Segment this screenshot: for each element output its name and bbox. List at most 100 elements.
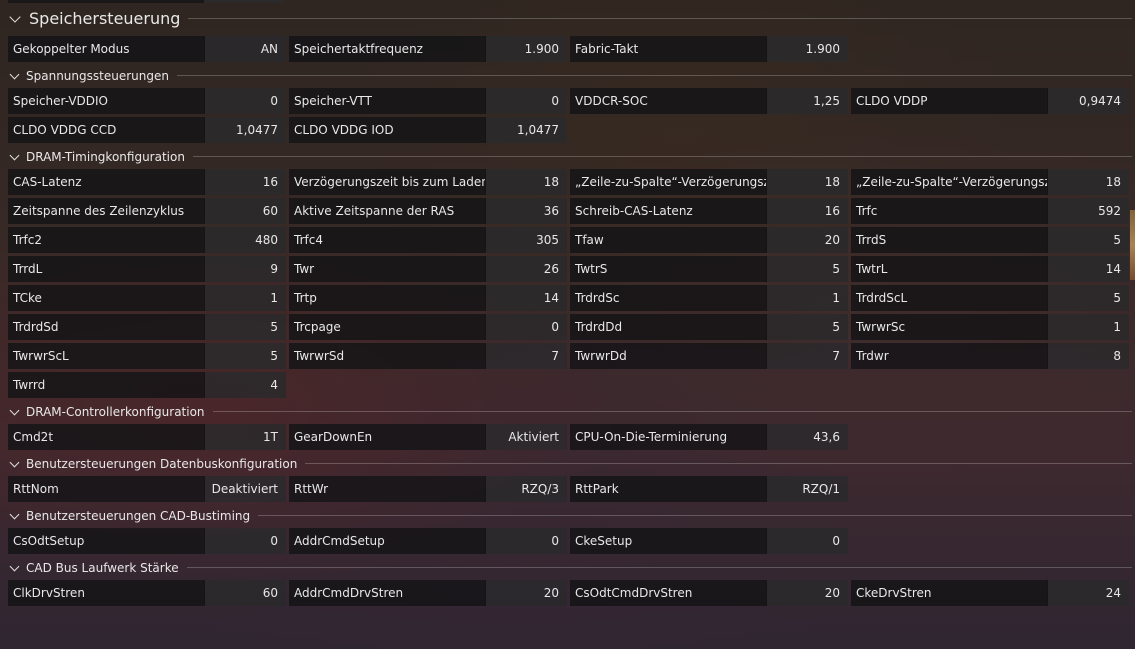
setting-item[interactable]: TwrwrSc 1 — [851, 314, 1129, 340]
section-header-datenbus[interactable]: Benutzersteuerungen Datenbuskonfiguratio… — [8, 451, 1132, 476]
setting-value[interactable]: 1 — [1047, 314, 1129, 340]
setting-value[interactable]: 480 — [204, 227, 286, 253]
setting-value[interactable]: 1.900 — [766, 36, 848, 62]
setting-value[interactable]: 20 — [485, 580, 567, 606]
setting-item[interactable]: CLDO VDDG CCD 1,0477 — [8, 117, 286, 143]
setting-item[interactable]: RttNom Deaktiviert — [8, 476, 286, 502]
setting-item[interactable]: ClkDrvStren 60 — [8, 580, 286, 606]
setting-value[interactable]: 5 — [204, 343, 286, 369]
setting-item[interactable]: TrdrdSc 1 — [570, 285, 848, 311]
section-header-dram-controller[interactable]: DRAM-Controllerkonfiguration — [8, 399, 1132, 424]
setting-item[interactable]: CsOdtCmdDrvStren 20 — [570, 580, 848, 606]
setting-item[interactable]: Fabric-Takt 1.900 — [570, 36, 848, 62]
section-header-dram-timing[interactable]: DRAM-Timingkonfiguration — [8, 144, 1132, 169]
setting-item[interactable]: TwrwrSd 7 — [289, 343, 567, 369]
section-header-cad-bus-laufwerk[interactable]: CAD Bus Laufwerk Stärke — [8, 555, 1132, 580]
setting-value[interactable]: RZQ/3 — [485, 476, 567, 502]
setting-value[interactable]: AN — [204, 36, 286, 62]
setting-item[interactable]: RttWr RZQ/3 — [289, 476, 567, 502]
setting-item[interactable]: CLDO VDDG IOD 1,0477 — [289, 117, 567, 143]
setting-item[interactable]: AddrCmdSetup 0 — [289, 528, 567, 554]
setting-value[interactable]: 0,9474 — [1047, 88, 1129, 114]
setting-value[interactable]: RZQ/1 — [766, 476, 848, 502]
setting-item[interactable]: CkeSetup 0 — [570, 528, 848, 554]
setting-item[interactable]: CLDO VDDP 0,9474 — [851, 88, 1129, 114]
setting-item[interactable]: CsOdtSetup 0 — [8, 528, 286, 554]
setting-item[interactable]: CkeDrvStren 24 — [851, 580, 1129, 606]
setting-value[interactable]: 1 — [766, 285, 848, 311]
setting-value[interactable]: 1.900 — [485, 36, 567, 62]
setting-value[interactable]: 36 — [485, 198, 567, 224]
setting-value[interactable]: 1 — [204, 285, 286, 311]
setting-item[interactable]: Schreib-CAS-Latenz 16 — [570, 198, 848, 224]
setting-value[interactable]: Aktiviert — [485, 424, 567, 450]
setting-value[interactable]: 8 — [1047, 343, 1129, 369]
setting-value[interactable]: 14 — [485, 285, 567, 311]
setting-value[interactable]: 0 — [485, 88, 567, 114]
setting-value[interactable]: 60 — [204, 580, 286, 606]
setting-item[interactable]: Trfc 592 — [851, 198, 1129, 224]
setting-value[interactable]: 0 — [204, 528, 286, 554]
setting-value[interactable]: 24 — [1047, 580, 1129, 606]
setting-value[interactable]: 20 — [766, 580, 848, 606]
setting-item[interactable]: TrdrdDd 5 — [570, 314, 848, 340]
setting-item[interactable]: TwrwrScL 5 — [8, 343, 286, 369]
setting-item[interactable]: Aktive Zeitspanne der RAS 36 — [289, 198, 567, 224]
setting-item[interactable]: Trdwr 8 — [851, 343, 1129, 369]
setting-value[interactable]: 16 — [204, 169, 286, 195]
setting-item[interactable]: Verzögerungszeit bis zum Laden ... 18 — [289, 169, 567, 195]
setting-item[interactable]: Twr 26 — [289, 256, 567, 282]
setting-value[interactable]: 5 — [1047, 285, 1129, 311]
setting-item[interactable]: Speichertaktfrequenz 1.900 — [289, 36, 567, 62]
setting-value[interactable]: 60 — [204, 198, 286, 224]
setting-item[interactable]: Trfc4 305 — [289, 227, 567, 253]
setting-value[interactable]: 26 — [485, 256, 567, 282]
setting-item[interactable]: TrdrdSd 5 — [8, 314, 286, 340]
setting-item[interactable]: TrrdS 5 — [851, 227, 1129, 253]
setting-item[interactable]: Cmd2t 1T — [8, 424, 286, 450]
setting-value[interactable]: 5 — [766, 256, 848, 282]
setting-value[interactable]: 9 — [204, 256, 286, 282]
section-header-cad-bustiming[interactable]: Benutzersteuerungen CAD-Bustiming — [8, 503, 1132, 528]
setting-value[interactable]: 18 — [485, 169, 567, 195]
setting-item[interactable]: Speicher-VDDIO 0 — [8, 88, 286, 114]
setting-value[interactable]: 7 — [485, 343, 567, 369]
setting-value[interactable]: 5 — [766, 314, 848, 340]
setting-value[interactable]: 305 — [485, 227, 567, 253]
setting-item[interactable]: TwtrS 5 — [570, 256, 848, 282]
section-header-spannungssteuerungen[interactable]: Spannungssteuerungen — [8, 63, 1132, 88]
setting-value[interactable]: 0 — [485, 314, 567, 340]
setting-value[interactable]: 16 — [766, 198, 848, 224]
setting-value[interactable]: Deaktiviert — [204, 476, 286, 502]
setting-value[interactable]: 5 — [204, 314, 286, 340]
setting-item[interactable]: TwrwrDd 7 — [570, 343, 848, 369]
setting-value[interactable]: 1,0477 — [485, 117, 567, 143]
setting-item[interactable]: TrdrdScL 5 — [851, 285, 1129, 311]
setting-item[interactable]: GearDownEn Aktiviert — [289, 424, 567, 450]
setting-item[interactable]: „Zeile-zu-Spalte“-Verzögerungsze...18 — [851, 169, 1129, 195]
setting-value[interactable]: 43,6 — [766, 424, 848, 450]
setting-value[interactable]: 0 — [204, 88, 286, 114]
setting-item[interactable]: Trfc2 480 — [8, 227, 286, 253]
setting-value[interactable]: 0 — [485, 528, 567, 554]
setting-value[interactable]: 5 — [1047, 227, 1129, 253]
setting-item[interactable]: Zeitspanne des Zeilenzyklus 60 — [8, 198, 286, 224]
setting-value[interactable]: 592 — [1047, 198, 1129, 224]
setting-item[interactable]: TrrdL 9 — [8, 256, 286, 282]
setting-value[interactable]: 1T — [204, 424, 286, 450]
setting-item[interactable]: Gekoppelter Modus AN — [8, 36, 286, 62]
setting-item[interactable]: RttPark RZQ/1 — [570, 476, 848, 502]
setting-item[interactable]: Trtp 14 — [289, 285, 567, 311]
setting-item[interactable]: TCke 1 — [8, 285, 286, 311]
setting-item[interactable]: „Zeile-zu-Spalte“-Verzögerungsze...18 — [570, 169, 848, 195]
setting-value[interactable]: 18 — [1047, 169, 1129, 195]
setting-item[interactable]: Trcpage 0 — [289, 314, 567, 340]
setting-item[interactable]: TwtrL 14 — [851, 256, 1129, 282]
setting-item[interactable]: CPU-On-Die-Terminierung 43,6 — [570, 424, 848, 450]
setting-value[interactable]: 0 — [766, 528, 848, 554]
setting-item[interactable]: AddrCmdDrvStren 20 — [289, 580, 567, 606]
setting-item[interactable]: Twrrd 4 — [8, 372, 286, 398]
setting-item[interactable]: Speicher-VTT 0 — [289, 88, 567, 114]
section-header-speichersteuerung[interactable]: Speichersteuerung — [8, 0, 1132, 36]
setting-value[interactable]: 1,0477 — [204, 117, 286, 143]
